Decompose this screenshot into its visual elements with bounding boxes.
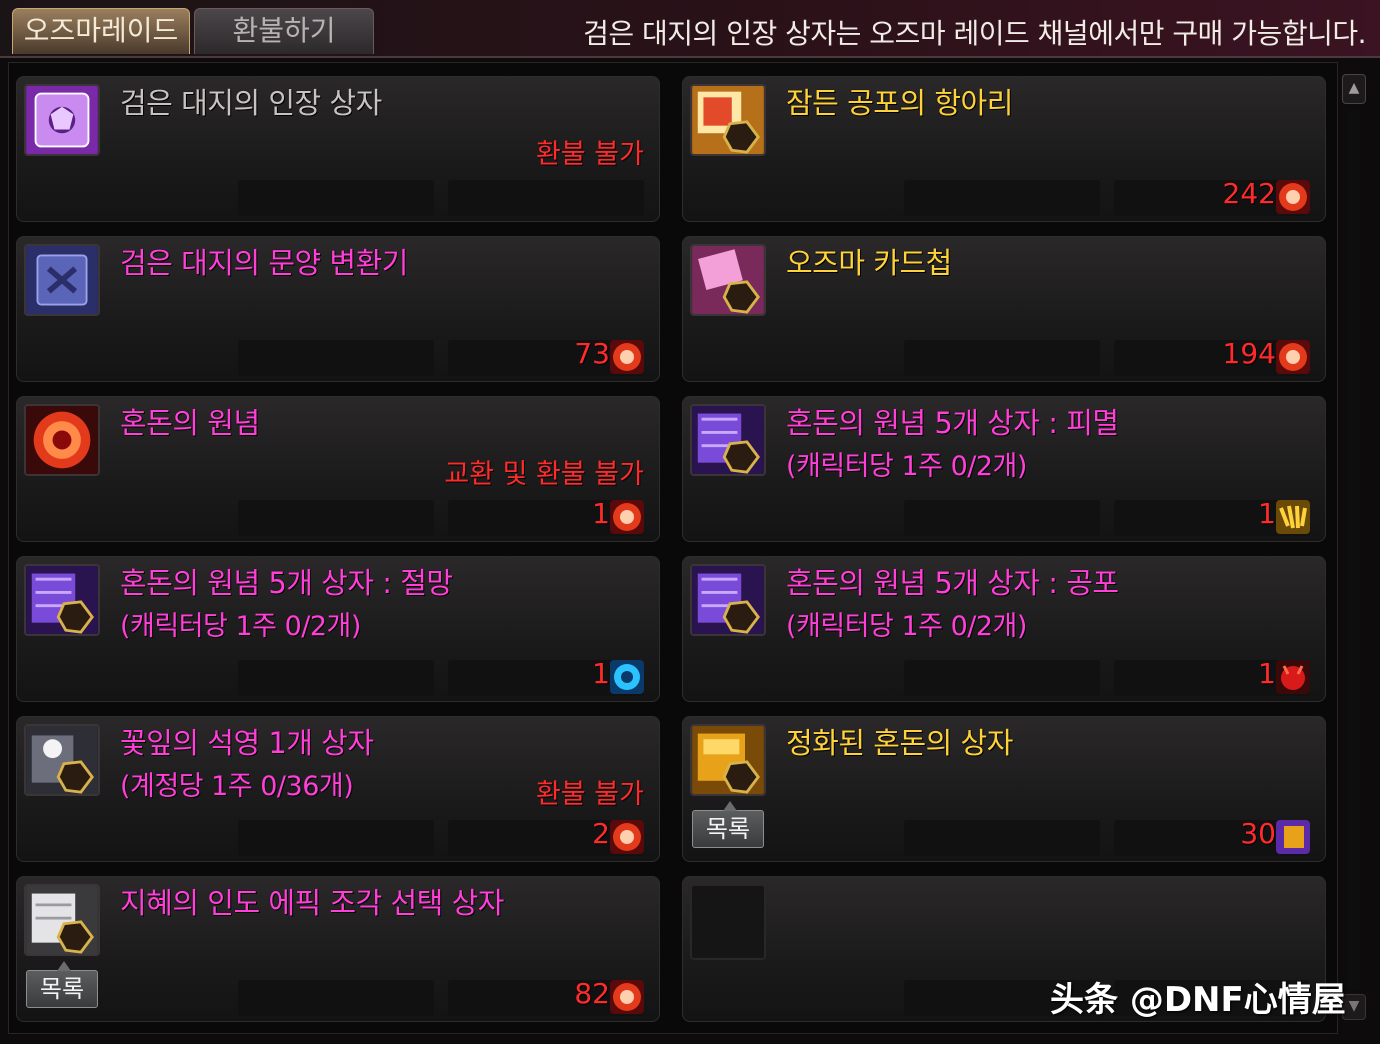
item-title: 꽃잎의 석영 1개 상자 — [120, 726, 374, 760]
chevron-down-icon: ▼ — [1348, 998, 1360, 1014]
item-purchase-limit: (계정당 1주 0/36개) — [120, 771, 354, 802]
item-title: 오즈마 카드첩 — [786, 246, 952, 280]
purple-box-icon[interactable] — [690, 564, 766, 636]
blue-orb-currency-icon — [610, 660, 644, 694]
item-restriction: 교환 및 환불 불가 — [444, 459, 644, 490]
top-bar: 오즈마레이드 환불하기 검은 대지의 인장 상자는 오즈마 레이드 채널에서만 … — [0, 0, 1380, 58]
price-slot-left — [904, 180, 1100, 216]
list-button[interactable]: 목록 — [26, 961, 98, 1008]
item-title: 혼돈의 원념 5개 상자 : 절망 — [120, 566, 453, 600]
shop-item-card[interactable]: 검은 대지의 문양 변환기 73 — [16, 236, 660, 382]
price-slot-left — [904, 500, 1100, 536]
item-price: 1 — [1258, 497, 1276, 530]
item-title: 정화된 혼돈의 상자 — [786, 726, 1013, 760]
item-price: 73 — [574, 337, 610, 370]
card-album-icon[interactable] — [690, 244, 766, 316]
jar-icon[interactable] — [690, 84, 766, 156]
price-slot-left — [238, 180, 434, 216]
item-restriction: 환불 불가 — [536, 139, 644, 170]
item-title: 혼돈의 원념 5개 상자 : 피멸 — [786, 406, 1119, 440]
item-title: 검은 대지의 문양 변환기 — [120, 246, 408, 280]
seal-box-icon[interactable] — [24, 84, 100, 156]
shop-item-card[interactable]: 혼돈의 원념 5개 상자 : 피멸 (캐릭터당 1주 0/2개) 1 — [682, 396, 1326, 542]
shop-item-card[interactable]: 잠든 공포의 항아리 242 — [682, 76, 1326, 222]
price-slot-left — [238, 820, 434, 856]
item-price: 1 — [592, 497, 610, 530]
shop-item-card[interactable]: 오즈마 카드첩 194 — [682, 236, 1326, 382]
empty-icon-slot — [690, 884, 766, 960]
shop-item-card[interactable]: 혼돈의 원념교환 및 환불 불가 1 — [16, 396, 660, 542]
chevron-up-icon: ▲ — [1348, 80, 1360, 96]
pattern-converter-icon[interactable] — [24, 244, 100, 316]
price-slot-left — [904, 340, 1100, 376]
watermark: 头条 @DNF心情屋 — [1050, 980, 1346, 1020]
scroll-up-button[interactable]: ▲ — [1342, 74, 1366, 104]
scrollbar-track[interactable] — [1348, 110, 1360, 990]
purple-box-icon[interactable] — [24, 564, 100, 636]
price-slot-left — [238, 660, 434, 696]
purple-box-icon[interactable] — [690, 404, 766, 476]
petal-box-icon[interactable] — [24, 724, 100, 796]
red-orb-currency-icon — [1276, 180, 1310, 214]
purple-gold-currency-icon — [1276, 820, 1310, 854]
red-orb-currency-icon — [610, 500, 644, 534]
item-title: 혼돈의 원념 — [120, 406, 260, 440]
item-restriction: 환불 불가 — [536, 779, 644, 810]
price-slot-left — [904, 820, 1100, 856]
red-orb-currency-icon — [1276, 340, 1310, 374]
item-title: 잠든 공포의 항아리 — [786, 86, 1013, 120]
shop-item-card[interactable]: 검은 대지의 인장 상자환불 불가 — [16, 76, 660, 222]
price-slot-left — [238, 980, 434, 1016]
white-box-icon[interactable] — [24, 884, 100, 956]
item-title: 지혜의 인도 에픽 조각 선택 상자 — [120, 886, 504, 920]
shop-item-card[interactable]: 정화된 혼돈의 상자목록 30 — [682, 716, 1326, 862]
item-price: 2 — [592, 817, 610, 850]
tab-ozma-raid[interactable]: 오즈마레이드 — [12, 8, 190, 54]
item-price: 1 — [1258, 657, 1276, 690]
red-orb-currency-icon — [610, 820, 644, 854]
shop-item-card[interactable]: 혼돈의 원념 5개 상자 : 공포 (캐릭터당 1주 0/2개) 1 — [682, 556, 1326, 702]
item-purchase-limit: (캐릭터당 1주 0/2개) — [786, 611, 1027, 642]
red-orb-currency-icon — [610, 980, 644, 1014]
purchase-notice: 검은 대지의 인장 상자는 오즈마 레이드 채널에서만 구매 가능합니다. — [583, 17, 1366, 50]
item-price: 194 — [1222, 337, 1276, 370]
tab-refund[interactable]: 환불하기 — [194, 8, 374, 54]
chaos-orb-icon[interactable] — [24, 404, 100, 476]
gold-box-icon[interactable] — [690, 724, 766, 796]
list-button[interactable]: 목록 — [692, 801, 764, 848]
item-price: 82 — [574, 977, 610, 1010]
price-slot-left — [904, 660, 1100, 696]
item-price: 1 — [592, 657, 610, 690]
red-demon-currency-icon — [1276, 660, 1310, 694]
item-price: 30 — [1240, 817, 1276, 850]
item-title: 혼돈의 원념 5개 상자 : 공포 — [786, 566, 1119, 600]
item-purchase-limit: (캐릭터당 1주 0/2개) — [120, 611, 361, 642]
item-purchase-limit: (캐릭터당 1주 0/2개) — [786, 451, 1027, 482]
item-title: 검은 대지의 인장 상자 — [120, 86, 382, 120]
shop-item-card[interactable]: 꽃잎의 석영 1개 상자 (계정당 1주 0/36개) 환불 불가 2 — [16, 716, 660, 862]
item-price: 242 — [1222, 177, 1276, 210]
price-slot-right — [448, 180, 644, 216]
shop-item-card[interactable]: 지혜의 인도 에픽 조각 선택 상자목록 82 — [16, 876, 660, 1022]
shop-item-card[interactable]: 혼돈의 원념 5개 상자 : 절망 (캐릭터당 1주 0/2개) 1 — [16, 556, 660, 702]
price-slot-left — [238, 340, 434, 376]
gold-claw-currency-icon — [1276, 500, 1310, 534]
price-slot-left — [238, 500, 434, 536]
red-orb-currency-icon — [610, 340, 644, 374]
